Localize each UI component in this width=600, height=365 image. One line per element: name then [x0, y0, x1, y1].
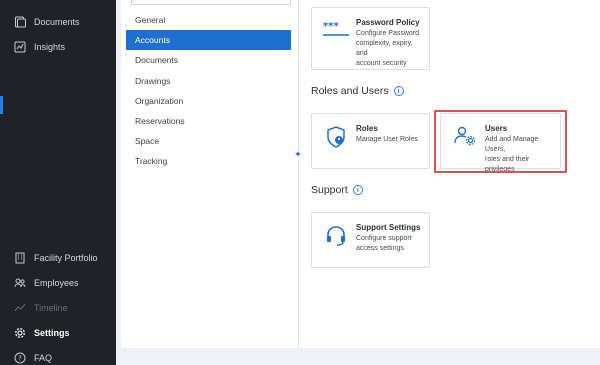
info-icon[interactable]: i [352, 185, 363, 195]
password-policy-desc-1: Configure Password [356, 30, 420, 37]
sidebar-item-label: Facility Portfolio [34, 253, 98, 263]
sidebar-item-facility-portfolio[interactable]: Facility Portfolio [14, 247, 98, 269]
submenu-item-general[interactable]: General [126, 10, 291, 30]
roles-users-heading: Roles and Users i [311, 85, 404, 97]
sidebar-item-label: FAQ [34, 353, 53, 363]
password-policy-card[interactable]: *** Password Policy Configure Password c… [311, 7, 430, 70]
sidebar-item-timeline[interactable]: Timeline [14, 297, 68, 319]
documents-icon [14, 16, 26, 28]
submenu-item-documents[interactable]: Documents [126, 50, 291, 70]
panel-divider [298, 0, 299, 348]
roles-title: Roles [356, 124, 378, 133]
settings-submenu: General Accounts Documents Drawings Orga… [126, 0, 291, 172]
insights-icon [14, 41, 26, 53]
password-icon: *** [322, 18, 350, 63]
submenu-item-space[interactable]: Space [126, 131, 291, 151]
support-settings-desc-2: access settings [356, 245, 404, 252]
support-settings-desc-1: Configure support [356, 235, 412, 242]
headset-icon [322, 223, 350, 261]
svg-text:***: *** [323, 21, 339, 32]
support-settings-title: Support Settings [356, 223, 421, 232]
sidebar-item-employees[interactable]: Employees [14, 272, 79, 294]
sidebar-item-label: Documents [34, 17, 80, 27]
submenu-item-tracking[interactable]: Tracking [126, 151, 291, 171]
sidebar-item-insights[interactable]: Insights [14, 36, 65, 58]
submenu-item-organization[interactable]: Organization [126, 91, 291, 111]
svg-text:?: ? [18, 355, 22, 363]
facility-icon [14, 252, 26, 264]
submenu-item-accounts[interactable]: Accounts [126, 30, 291, 51]
sidebar-item-label: Settings [34, 328, 70, 338]
support-title: Support [311, 184, 348, 196]
roles-shield-icon [322, 124, 350, 162]
sidebar-accent [0, 96, 3, 114]
timeline-icon [14, 302, 26, 314]
sidebar-item-documents[interactable]: Documents [14, 11, 80, 33]
sidebar-item-label: Employees [34, 278, 79, 288]
employees-icon [14, 277, 26, 289]
password-policy-title: Password Policy [356, 18, 420, 27]
roles-desc: Manage User Roles [356, 136, 418, 143]
support-settings-card[interactable]: Support Settings Configure support acces… [311, 212, 430, 268]
sidebar-item-label: Insights [34, 42, 66, 52]
password-policy-desc-3: account security [356, 60, 407, 67]
support-heading: Support i [311, 184, 363, 196]
roles-users-title: Roles and Users [311, 85, 389, 97]
roles-card[interactable]: Roles Manage User Roles [311, 113, 430, 169]
info-icon[interactable]: i [393, 86, 404, 96]
submenu-item-reservations[interactable]: Reservations [126, 111, 291, 131]
sidebar-item-faq[interactable]: ? FAQ [14, 347, 52, 365]
content-footer-band [121, 348, 600, 365]
password-policy-desc-2: complexity, expiry, and [356, 40, 413, 57]
faq-icon: ? [14, 352, 26, 364]
resize-handle-icon[interactable]: ◂▸ [295, 149, 301, 158]
main-sidebar: Documents Insights Facility Portfolio Em… [0, 0, 116, 365]
submenu-item-drawings[interactable]: Drawings [126, 71, 291, 91]
sidebar-item-label: Timeline [34, 303, 68, 313]
submenu-search-box[interactable] [131, 0, 291, 5]
sidebar-item-settings[interactable]: Settings [14, 322, 70, 344]
users-card-highlight [434, 110, 567, 173]
settings-icon [14, 327, 26, 339]
